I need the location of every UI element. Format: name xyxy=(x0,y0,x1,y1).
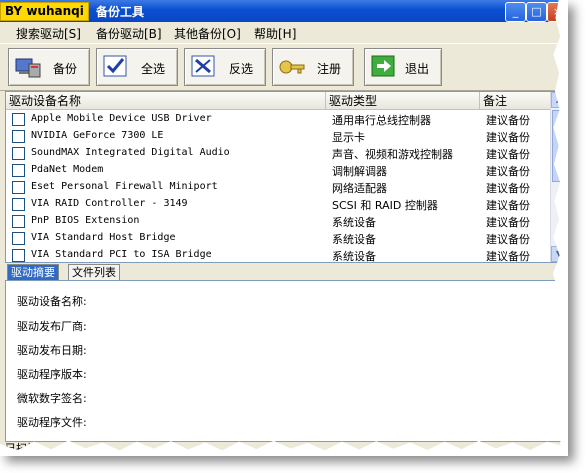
driver-type: 系统设备 xyxy=(332,250,376,263)
list-item[interactable]: VIA RAID Controller - 3149 SCSI 和 RAID 控… xyxy=(6,196,551,213)
driver-type: 系统设备 xyxy=(332,233,376,246)
detail-date-label: 驱动发布日期: xyxy=(17,344,87,357)
column-header-type[interactable]: 驱动类型 xyxy=(326,92,480,110)
driver-type: 通用串行总线控制器 xyxy=(332,114,431,127)
backup-label: 备份 xyxy=(53,62,78,76)
exit-label: 退出 xyxy=(405,62,430,76)
driver-name: VIA Standard Host Bridge xyxy=(31,232,176,243)
driver-list: 驱动设备名称 驱动类型 备注 Apple Mobile Device USB D… xyxy=(5,91,568,263)
tab-driver-summary[interactable]: 驱动摘要 xyxy=(7,264,59,281)
list-item[interactable]: PnP BIOS Extension 系统设备 建议备份 xyxy=(6,213,551,230)
detail-vendor-label: 驱动发布厂商: xyxy=(17,320,87,333)
toolbar: 备份 全选 反选 注册 退出 xyxy=(0,43,568,91)
list-item[interactable]: VIA Standard Host Bridge 系统设备 建议备份 xyxy=(6,230,551,247)
list-item[interactable]: PdaNet Modem 调制解调器 建议备份 xyxy=(6,162,551,179)
detail-version-label: 驱动程序版本: xyxy=(17,368,87,381)
driver-name: VIA Standard PCI to ISA Bridge xyxy=(31,249,212,260)
driver-name: PdaNet Modem xyxy=(31,164,104,175)
maximize-button[interactable]: □ xyxy=(526,2,547,22)
driver-type: 系统设备 xyxy=(332,216,376,229)
window-title: 备份工具 xyxy=(96,5,145,19)
select-all-button[interactable]: 全选 xyxy=(96,48,178,86)
column-header-note[interactable]: 备注 xyxy=(480,92,551,110)
brand-label: BY wuhanqi xyxy=(0,2,89,21)
driver-detail-panel: 驱动设备名称: 驱动发布厂商: 驱动发布日期: 驱动程序版本: 微软数字签名: … xyxy=(5,280,568,442)
main-window: BY wuhanqi 备份工具 _ □ × 搜索驱动[S] 备份驱动[B] 其他… xyxy=(0,0,568,456)
column-header-name[interactable]: 驱动设备名称 xyxy=(6,92,326,110)
driver-type: 调制解调器 xyxy=(332,165,387,178)
driver-note: 建议备份 xyxy=(486,250,530,263)
invert-label: 反选 xyxy=(229,62,254,76)
exit-icon xyxy=(371,55,395,77)
backup-button[interactable]: 备份 xyxy=(8,48,90,86)
list-item[interactable]: Eset Personal Firewall Miniport 网络适配器 建议… xyxy=(6,179,551,196)
list-item[interactable]: VIA Standard PCI to ISA Bridge 系统设备 建议备份 xyxy=(6,247,551,263)
driver-type: SCSI 和 RAID 控制器 xyxy=(332,199,438,212)
driver-note: 建议备份 xyxy=(486,165,530,178)
driver-name: Eset Personal Firewall Miniport xyxy=(31,181,218,192)
driver-name: PnP BIOS Extension xyxy=(31,215,140,226)
driver-note: 建议备份 xyxy=(486,131,530,144)
backup-icon xyxy=(15,58,41,78)
menu-other-backup[interactable]: 其他备份[O] xyxy=(174,25,241,42)
register-label: 注册 xyxy=(317,62,342,76)
detail-device-name-label: 驱动设备名称: xyxy=(17,295,87,308)
key-icon xyxy=(279,60,305,74)
row-checkbox[interactable] xyxy=(12,232,25,245)
list-item[interactable]: Apple Mobile Device USB Driver 通用串行总线控制器… xyxy=(6,111,551,128)
driver-note: 建议备份 xyxy=(486,216,530,229)
driver-note: 建议备份 xyxy=(486,182,530,195)
driver-note: 建议备份 xyxy=(486,148,530,161)
row-checkbox[interactable] xyxy=(12,147,25,160)
row-checkbox[interactable] xyxy=(12,249,25,262)
menu-bar: 搜索驱动[S] 备份驱动[B] 其他备份[O] 帮助[H] xyxy=(0,22,568,42)
driver-note: 建议备份 xyxy=(486,114,530,127)
select-all-label: 全选 xyxy=(141,62,166,76)
row-checkbox[interactable] xyxy=(12,113,25,126)
exit-button[interactable]: 退出 xyxy=(364,48,442,86)
invert-selection-button[interactable]: 反选 xyxy=(184,48,266,86)
tab-file-list[interactable]: 文件列表 xyxy=(68,264,120,281)
driver-type: 网络适配器 xyxy=(332,182,387,195)
driver-note: 建议备份 xyxy=(486,199,530,212)
row-checkbox[interactable] xyxy=(12,181,25,194)
register-button[interactable]: 注册 xyxy=(272,48,354,86)
row-checkbox[interactable] xyxy=(12,198,25,211)
menu-help[interactable]: 帮助[H] xyxy=(254,25,296,42)
menu-search-drivers[interactable]: 搜索驱动[S] xyxy=(16,25,81,42)
detail-signature-label: 微软数字签名: xyxy=(17,392,87,405)
driver-name: NVIDIA GeForce 7300 LE xyxy=(31,130,164,141)
invert-icon xyxy=(191,55,215,77)
driver-note: 建议备份 xyxy=(486,233,530,246)
driver-type: 显示卡 xyxy=(332,131,365,144)
list-item[interactable]: SoundMAX Integrated Digital Audio 声音、视频和… xyxy=(6,145,551,162)
list-item[interactable]: NVIDIA GeForce 7300 LE 显示卡 建议备份 xyxy=(6,128,551,145)
checkmark-icon xyxy=(103,55,127,77)
driver-name: Apple Mobile Device USB Driver xyxy=(31,113,212,124)
row-checkbox[interactable] xyxy=(12,215,25,228)
minimize-button[interactable]: _ xyxy=(505,2,526,22)
row-checkbox[interactable] xyxy=(12,164,25,177)
menu-backup-drivers[interactable]: 备份驱动[B] xyxy=(96,25,162,42)
row-checkbox[interactable] xyxy=(12,130,25,143)
driver-name: VIA RAID Controller - 3149 xyxy=(31,198,188,209)
title-bar[interactable]: BY wuhanqi 备份工具 _ □ × xyxy=(0,0,568,22)
detail-files-label: 驱动程序文件: xyxy=(17,416,87,429)
driver-name: SoundMAX Integrated Digital Audio xyxy=(31,147,230,158)
driver-type: 声音、视频和游戏控制器 xyxy=(332,148,453,161)
